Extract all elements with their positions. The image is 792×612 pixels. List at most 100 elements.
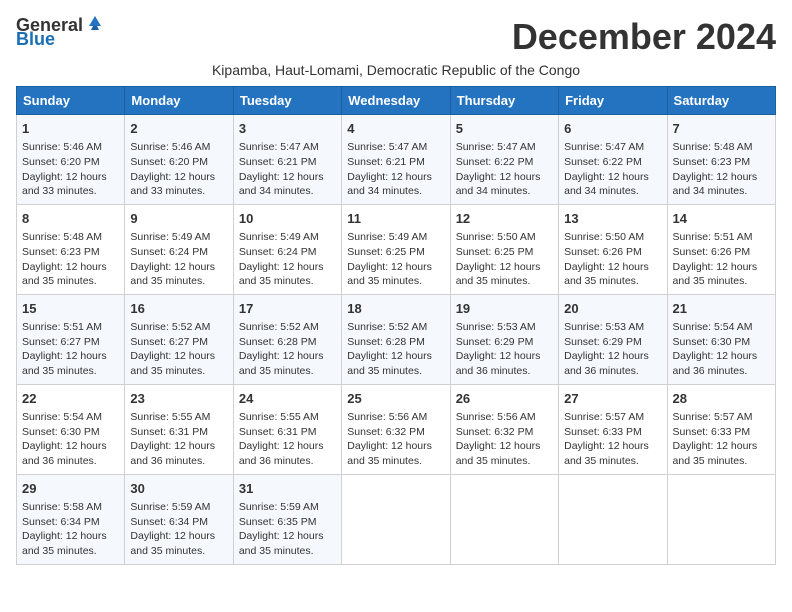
logo: General Blue (16, 16, 105, 48)
calendar-week-row: 22Sunrise: 5:54 AM Sunset: 6:30 PM Dayli… (17, 384, 776, 474)
day-number: 16 (130, 300, 227, 318)
calendar-day-cell: 4Sunrise: 5:47 AM Sunset: 6:21 PM Daylig… (342, 115, 450, 205)
weekday-header-tuesday: Tuesday (233, 87, 341, 115)
calendar-day-cell: 18 Sunrise: 5:52 AM Sunset: 6:28 PM Dayli… (342, 294, 450, 384)
day-info: Sunrise: 5:55 AM Sunset: 6:31 PM Dayligh… (239, 410, 336, 469)
calendar-week-row: 8 Sunrise: 5:48 AM Sunset: 6:23 PM Daylig… (17, 204, 776, 294)
calendar-day-cell: 5 Sunrise: 5:47 AM Sunset: 6:22 PM Daylig… (450, 115, 558, 205)
day-number: 18 (347, 300, 444, 318)
calendar-day-cell: 26 Sunrise: 5:56 AM Sunset: 6:32 PM Dayli… (450, 384, 558, 474)
calendar-day-cell: 11Sunrise: 5:49 AM Sunset: 6:25 PM Dayli… (342, 204, 450, 294)
day-info: Sunrise: 5:48 AM Sunset: 6:23 PM Dayligh… (673, 140, 770, 199)
day-info: Sunrise: 5:48 AM Sunset: 6:23 PM Dayligh… (22, 230, 119, 289)
calendar-day-cell: 9 Sunrise: 5:49 AM Sunset: 6:24 PM Daylig… (125, 204, 233, 294)
day-info: Sunrise: 5:58 AM Sunset: 6:34 PM Dayligh… (22, 500, 119, 559)
day-info: Sunrise: 5:53 AM Sunset: 6:29 PM Dayligh… (564, 320, 661, 379)
calendar-day-cell: 2 Sunrise: 5:46 AM Sunset: 6:20 PM Daylig… (125, 115, 233, 205)
calendar-day-cell: 14Sunrise: 5:51 AM Sunset: 6:26 PM Dayli… (667, 204, 775, 294)
weekday-header-monday: Monday (125, 87, 233, 115)
header: General Blue December 2024 (16, 16, 776, 58)
day-info: Sunrise: 5:50 AM Sunset: 6:25 PM Dayligh… (456, 230, 553, 289)
day-number: 17 (239, 300, 336, 318)
day-info: Sunrise: 5:47 AM Sunset: 6:21 PM Dayligh… (347, 140, 444, 199)
calendar-body: 1 Sunrise: 5:46 AM Sunset: 6:20 PM Daylig… (17, 115, 776, 565)
day-info: Sunrise: 5:57 AM Sunset: 6:33 PM Dayligh… (673, 410, 770, 469)
calendar-day-cell: 28 Sunrise: 5:57 AM Sunset: 6:33 PM Dayli… (667, 384, 775, 474)
day-number: 6 (564, 120, 661, 138)
day-number: 2 (130, 120, 227, 138)
calendar-day-cell: 30 Sunrise: 5:59 AM Sunset: 6:34 PM Dayli… (125, 474, 233, 564)
day-number: 31 (239, 480, 336, 498)
day-number: 9 (130, 210, 227, 228)
day-number: 8 (22, 210, 119, 228)
calendar-empty-cell (559, 474, 667, 564)
day-info: Sunrise: 5:53 AM Sunset: 6:29 PM Dayligh… (456, 320, 553, 379)
day-number: 24 (239, 390, 336, 408)
day-number: 1 (22, 120, 119, 138)
calendar-day-cell: 17 Sunrise: 5:52 AM Sunset: 6:28 PM Dayli… (233, 294, 341, 384)
day-number: 23 (130, 390, 227, 408)
weekday-header-wednesday: Wednesday (342, 87, 450, 115)
calendar-day-cell: 25 Sunrise: 5:56 AM Sunset: 6:32 PM Dayli… (342, 384, 450, 474)
day-number: 28 (673, 390, 770, 408)
calendar-day-cell: 20 Sunrise: 5:53 AM Sunset: 6:29 PM Dayli… (559, 294, 667, 384)
day-number: 15 (22, 300, 119, 318)
day-info: Sunrise: 5:52 AM Sunset: 6:28 PM Dayligh… (239, 320, 336, 379)
day-info: Sunrise: 5:49 AM Sunset: 6:25 PM Dayligh… (347, 230, 444, 289)
day-number: 29 (22, 480, 119, 498)
day-number: 30 (130, 480, 227, 498)
month-title: December 2024 (512, 16, 776, 58)
weekday-header-saturday: Saturday (667, 87, 775, 115)
day-info: Sunrise: 5:59 AM Sunset: 6:34 PM Dayligh… (130, 500, 227, 559)
day-number: 20 (564, 300, 661, 318)
day-info: Sunrise: 5:59 AM Sunset: 6:35 PM Dayligh… (239, 500, 336, 559)
calendar-day-cell: 24 Sunrise: 5:55 AM Sunset: 6:31 PM Dayli… (233, 384, 341, 474)
day-info: Sunrise: 5:46 AM Sunset: 6:20 PM Dayligh… (130, 140, 227, 199)
calendar-day-cell: 6 Sunrise: 5:47 AM Sunset: 6:22 PM Daylig… (559, 115, 667, 205)
day-info: Sunrise: 5:47 AM Sunset: 6:22 PM Dayligh… (564, 140, 661, 199)
calendar-day-cell: 12Sunrise: 5:50 AM Sunset: 6:25 PM Dayli… (450, 204, 558, 294)
calendar-day-cell: 31 Sunrise: 5:59 AM Sunset: 6:35 PM Dayli… (233, 474, 341, 564)
calendar-day-cell: 19 Sunrise: 5:53 AM Sunset: 6:29 PM Dayli… (450, 294, 558, 384)
calendar-day-cell: 23Sunrise: 5:55 AM Sunset: 6:31 PM Dayli… (125, 384, 233, 474)
calendar-day-cell: 22Sunrise: 5:54 AM Sunset: 6:30 PM Dayli… (17, 384, 125, 474)
day-number: 19 (456, 300, 553, 318)
day-number: 13 (564, 210, 661, 228)
calendar-day-cell: 1Sunrise: 5:46 AM Sunset: 6:20 PM Daylig… (17, 115, 125, 205)
subtitle: Kipamba, Haut-Lomami, Democratic Republi… (16, 62, 776, 78)
day-number: 25 (347, 390, 444, 408)
page-wrapper: General Blue December 2024 Kipamba, Haut… (16, 16, 776, 565)
calendar-empty-cell (450, 474, 558, 564)
calendar-table: SundayMondayTuesdayWednesdayThursdayFrid… (16, 86, 776, 565)
day-info: Sunrise: 5:57 AM Sunset: 6:33 PM Dayligh… (564, 410, 661, 469)
day-info: Sunrise: 5:47 AM Sunset: 6:22 PM Dayligh… (456, 140, 553, 199)
weekday-header-friday: Friday (559, 87, 667, 115)
calendar-day-cell: 21Sunrise: 5:54 AM Sunset: 6:30 PM Dayli… (667, 294, 775, 384)
calendar-header: SundayMondayTuesdayWednesdayThursdayFrid… (17, 87, 776, 115)
calendar-week-row: 15 Sunrise: 5:51 AM Sunset: 6:27 PM Dayli… (17, 294, 776, 384)
day-info: Sunrise: 5:56 AM Sunset: 6:32 PM Dayligh… (456, 410, 553, 469)
logo-blue-text: Blue (16, 30, 105, 48)
calendar-day-cell: 29 Sunrise: 5:58 AM Sunset: 6:34 PM Dayli… (17, 474, 125, 564)
day-info: Sunrise: 5:49 AM Sunset: 6:24 PM Dayligh… (130, 230, 227, 289)
weekday-header-thursday: Thursday (450, 87, 558, 115)
calendar-empty-cell (667, 474, 775, 564)
calendar-day-cell: 16Sunrise: 5:52 AM Sunset: 6:27 PM Dayli… (125, 294, 233, 384)
day-number: 27 (564, 390, 661, 408)
day-number: 26 (456, 390, 553, 408)
logo-icon (85, 12, 105, 32)
day-info: Sunrise: 5:50 AM Sunset: 6:26 PM Dayligh… (564, 230, 661, 289)
day-number: 14 (673, 210, 770, 228)
day-info: Sunrise: 5:52 AM Sunset: 6:28 PM Dayligh… (347, 320, 444, 379)
weekday-header-row: SundayMondayTuesdayWednesdayThursdayFrid… (17, 87, 776, 115)
calendar-day-cell: 7Sunrise: 5:48 AM Sunset: 6:23 PM Daylig… (667, 115, 775, 205)
calendar-day-cell: 10Sunrise: 5:49 AM Sunset: 6:24 PM Dayli… (233, 204, 341, 294)
day-number: 5 (456, 120, 553, 138)
day-info: Sunrise: 5:51 AM Sunset: 6:27 PM Dayligh… (22, 320, 119, 379)
calendar-week-row: 29 Sunrise: 5:58 AM Sunset: 6:34 PM Dayli… (17, 474, 776, 564)
day-info: Sunrise: 5:56 AM Sunset: 6:32 PM Dayligh… (347, 410, 444, 469)
calendar-week-row: 1 Sunrise: 5:46 AM Sunset: 6:20 PM Daylig… (17, 115, 776, 205)
day-number: 10 (239, 210, 336, 228)
calendar-day-cell: 13 Sunrise: 5:50 AM Sunset: 6:26 PM Dayli… (559, 204, 667, 294)
calendar-day-cell: 15 Sunrise: 5:51 AM Sunset: 6:27 PM Dayli… (17, 294, 125, 384)
